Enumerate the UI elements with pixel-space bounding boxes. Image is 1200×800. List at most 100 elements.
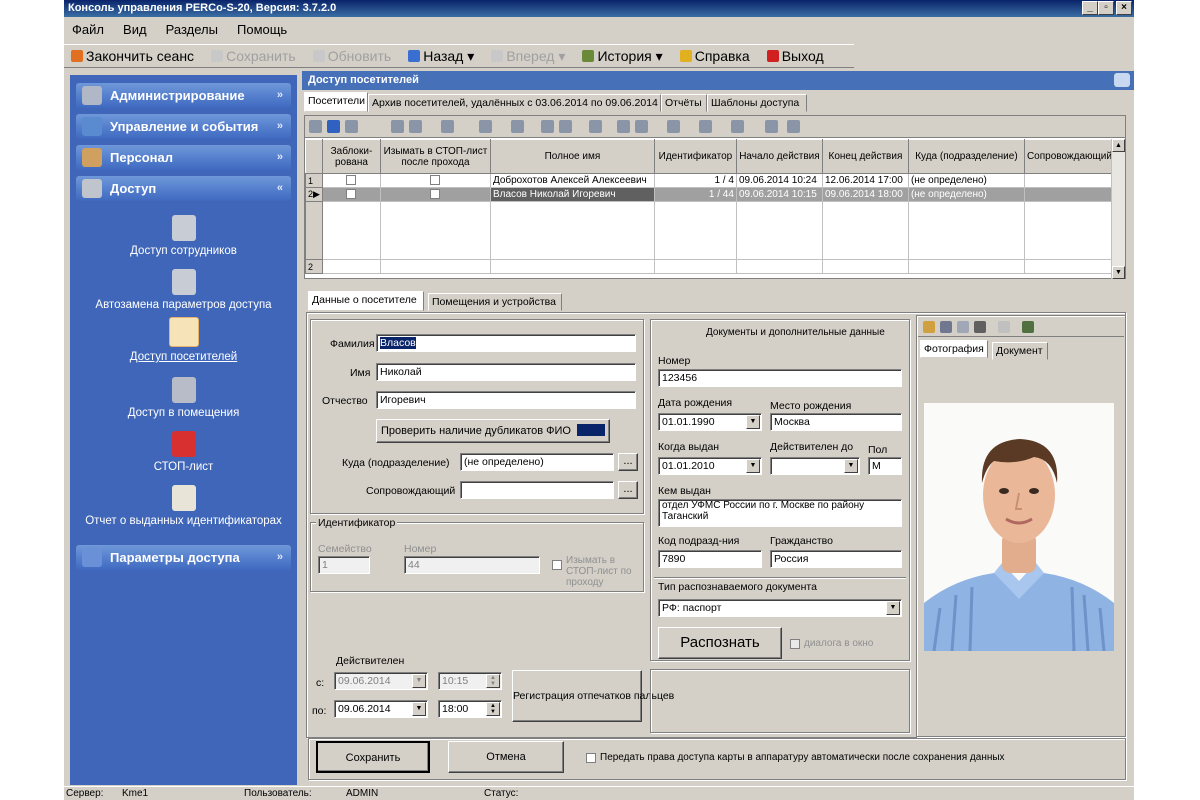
close-button[interactable]: × <box>1116 1 1132 15</box>
section-admin[interactable]: Администрирование » <box>76 83 291 108</box>
menu-file[interactable]: Файл <box>64 20 112 37</box>
tab-photo[interactable]: Фотография <box>920 340 988 358</box>
sidebar-item-visitor-access[interactable]: Доступ посетителей <box>76 317 291 363</box>
menu-sections[interactable]: Разделы <box>158 20 226 37</box>
sex-input[interactable]: М <box>868 457 902 475</box>
tab-archive[interactable]: Архив посетителей, удалённых с 03.06.201… <box>368 94 661 112</box>
col-blocked[interactable]: Заблоки-рованa <box>321 139 381 174</box>
print-icon[interactable] <box>617 120 630 133</box>
birth-place-input[interactable]: Москва <box>770 413 902 431</box>
first-name-input[interactable]: Николай <box>376 363 636 381</box>
chevron-down-icon[interactable]: ▼ <box>412 674 426 688</box>
birth-date-input[interactable]: 01.01.1990 ▼ <box>658 413 762 431</box>
expand-chevron-icon[interactable]: » <box>277 545 283 570</box>
refresh-button[interactable]: Обновить <box>306 45 398 67</box>
issued-when-input[interactable]: 01.01.2010 ▼ <box>658 457 762 475</box>
id-number-input[interactable]: 44 <box>404 556 540 574</box>
history-button[interactable]: История ▾ <box>575 45 669 67</box>
end-session-button[interactable]: Закончить сеанс <box>64 45 201 67</box>
sidebar-item-stop-list[interactable]: СТОП-лист <box>76 431 291 473</box>
export-icon[interactable] <box>589 120 602 133</box>
recognize-button[interactable]: Распознать <box>658 627 782 659</box>
camera-icon[interactable] <box>974 321 986 333</box>
section-access[interactable]: Доступ « <box>76 176 291 201</box>
escort-input[interactable] <box>460 481 614 499</box>
expand-chevron-icon[interactable]: » <box>277 114 283 139</box>
col-dept[interactable]: Куда (подразделение) <box>907 139 1025 174</box>
dept-input[interactable]: (не определено) <box>460 453 614 471</box>
expand-chevron-icon[interactable]: » <box>277 145 283 170</box>
citizenship-input[interactable]: Россия <box>770 550 902 568</box>
expand-chevron-icon[interactable]: » <box>277 83 283 108</box>
section-events[interactable]: Управление и события » <box>76 114 291 139</box>
chevron-down-icon[interactable]: ▼ <box>844 459 858 473</box>
columns-icon[interactable] <box>667 120 680 133</box>
dept-browse-button[interactable]: ... <box>618 453 638 471</box>
issued-by-input[interactable]: отдел УФМС России по г. Москве по району… <box>658 499 902 527</box>
add-icon[interactable] <box>309 120 322 133</box>
edit-icon[interactable] <box>345 120 358 133</box>
minimize-button[interactable]: _ <box>1082 1 1098 15</box>
col-start[interactable]: Начало действия <box>735 139 823 174</box>
patronymic-input[interactable]: Игоревич <box>376 391 636 409</box>
open-photo-icon[interactable] <box>923 321 935 333</box>
doc-type-select[interactable]: РФ: паспорт ▼ <box>658 599 902 617</box>
scanner-icon[interactable] <box>957 321 969 333</box>
col-fullname[interactable]: Полное имя <box>489 139 655 174</box>
section-access-params[interactable]: Параметры доступа » <box>76 545 291 570</box>
section-personnel[interactable]: Персонал » <box>76 145 291 170</box>
tab-visitor-data[interactable]: Данные о посетителе <box>308 291 424 311</box>
valid-from-date[interactable]: 09.06.2014 ▼ <box>334 672 428 690</box>
valid-to-date[interactable]: 09.06.2014 ▼ <box>334 700 428 718</box>
dialog-checkbox[interactable] <box>790 639 800 649</box>
help-button[interactable]: Справка <box>673 45 757 67</box>
col-end[interactable]: Конец действия <box>821 139 909 174</box>
chevron-down-icon[interactable]: ▼ <box>886 601 900 615</box>
scroll-down-icon[interactable]: ▼ <box>1112 266 1125 279</box>
cancel-button[interactable]: Отмена <box>448 741 564 773</box>
family-input[interactable]: 1 <box>318 556 370 574</box>
exit-button[interactable]: Выход <box>760 45 831 67</box>
select-icon[interactable] <box>327 120 340 133</box>
valid-to-time[interactable]: 18:00 ▲ ▼ <box>438 700 502 718</box>
spinner-icon[interactable]: ▲ ▼ <box>486 702 500 716</box>
chevron-down-icon[interactable]: ▼ <box>746 415 760 429</box>
save-button[interactable]: Сохранить <box>316 741 430 773</box>
table-row[interactable]: 2▶ Власов Николай Игоревич 1 / 44 09.06.… <box>305 187 1115 202</box>
tab-document[interactable]: Документ <box>992 342 1048 360</box>
lightning-icon[interactable] <box>765 120 778 133</box>
save-toolbar-button[interactable]: Сохранить <box>204 45 303 67</box>
tools-icon[interactable] <box>731 120 744 133</box>
arrow-right-icon[interactable] <box>479 120 492 133</box>
card-icon[interactable] <box>511 120 524 133</box>
panel-settings-icon[interactable] <box>1114 73 1130 87</box>
stoplist-checkbox[interactable] <box>430 189 441 200</box>
tab-templates[interactable]: Шаблоны доступа <box>707 94 807 112</box>
escort-browse-button[interactable]: ... <box>618 481 638 499</box>
stoplist-checkbox[interactable] <box>430 175 441 186</box>
blocked-checkbox[interactable] <box>346 175 357 186</box>
chevron-down-icon[interactable]: ▼ <box>746 459 760 473</box>
sidebar-item-autoreplace[interactable]: Автозамена параметров доступа <box>76 269 291 311</box>
filter-icon[interactable] <box>409 120 422 133</box>
back-button[interactable]: Назад ▾ <box>401 45 481 67</box>
doc-edit-icon[interactable] <box>559 120 572 133</box>
maximize-button[interactable]: ▫ <box>1098 1 1114 15</box>
table-row[interactable]: 1 Доброхотов Алексей Алексеевич 1 / 4 09… <box>305 173 1115 188</box>
spinner-icon[interactable]: ▲ ▼ <box>486 674 500 688</box>
seize-checkbox[interactable] <box>552 560 562 570</box>
valid-from-time[interactable]: 10:15 ▲ ▼ <box>438 672 502 690</box>
find-icon[interactable] <box>391 120 404 133</box>
photo-settings-icon[interactable] <box>1022 321 1034 333</box>
col-identifier[interactable]: Идентификатор <box>653 139 737 174</box>
transfer-rights-checkbox[interactable] <box>586 753 596 763</box>
chevron-down-icon[interactable]: ▼ <box>412 702 426 716</box>
print-setup-icon[interactable] <box>635 120 648 133</box>
paste-photo-icon[interactable] <box>940 321 952 333</box>
delete-photo-icon[interactable] <box>998 321 1010 333</box>
menu-view[interactable]: Вид <box>115 20 155 37</box>
dept-code-input[interactable]: 7890 <box>658 550 762 568</box>
col-stoplist[interactable]: Изымать в СТОП-лист после прохода <box>379 139 491 174</box>
doc-number-input[interactable]: 123456 <box>658 369 902 387</box>
refresh-grid-icon[interactable] <box>787 120 800 133</box>
